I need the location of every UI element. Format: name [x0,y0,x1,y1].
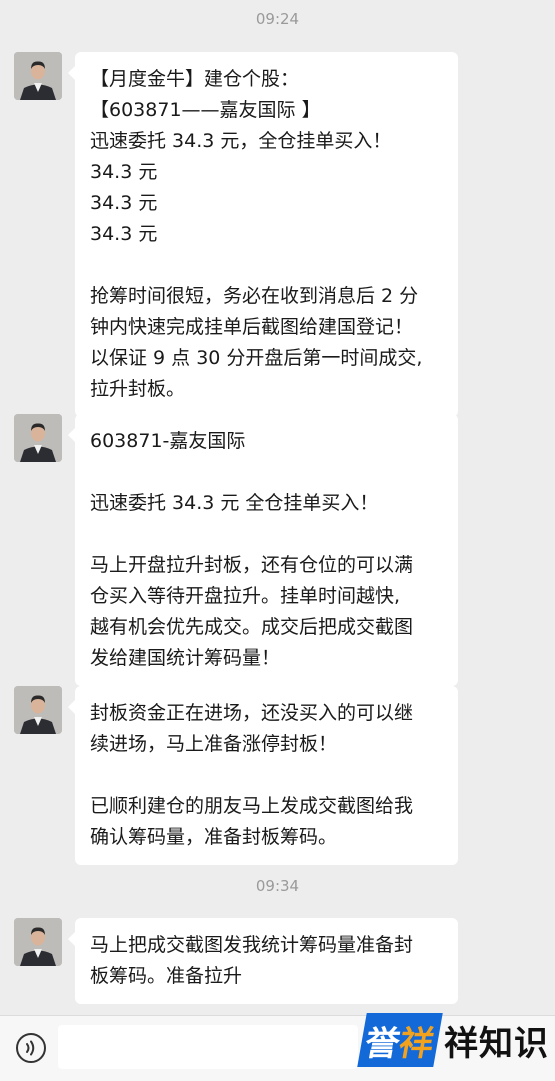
message-line: 34.3 元 [90,161,158,183]
sender-avatar[interactable] [14,918,62,966]
message-line: 确认筹码量，准备封板筹码。 [90,826,338,848]
message-line: 34.3 元 [90,192,158,214]
message-line: 【月度金牛】建仓个股： [90,68,300,90]
message-line: 迅速委托 34.3 元 全仓挂单买入！ [90,492,379,514]
voice-icon [26,1040,35,1056]
message-line: 拉升封板。 [90,378,186,400]
message-line [90,760,444,791]
sender-avatar[interactable] [14,686,62,734]
watermark-text: 祥知识 [444,1023,549,1064]
message-line: 抢筹时间很短，务必在收到消息后 2 分 [90,285,419,307]
message-line: 马上开盘拉升封板，还有仓位的可以满 [90,554,414,576]
message-bubble[interactable]: 【月度金牛】建仓个股： 【603871——嘉友国际 】 迅速委托 34.3 元，… [68,52,458,417]
sender-avatar[interactable] [14,414,62,462]
message-line [90,250,444,281]
voice-input-button[interactable] [16,1033,46,1063]
message-input[interactable] [58,1025,358,1069]
message-line: 钟内快速完成挂单后截图给建国登记！ [90,316,414,338]
message-line: 越有机会优先成交。成交后把成交截图 [90,616,414,638]
timestamp: 09:24 [255,10,300,28]
message-line: 封板资金正在进场，还没买入的可以继 [90,702,414,724]
message-bubble[interactable]: 封板资金正在进场，还没买入的可以继 续进场，马上准备涨停封板！ 已顺利建仓的朋友… [68,686,458,865]
timestamp: 09:34 [255,877,300,895]
message-line: 仓买入等待开盘拉升。挂单时间越快, [90,585,401,607]
watermark-mark-accent: 祥 [395,1023,437,1064]
sender-avatar[interactable] [14,52,62,100]
message-line: 迅速委托 34.3 元，全仓挂单买入！ [90,130,392,152]
watermark-mark: 誉祥 [357,1013,443,1067]
message-line: 【603871——嘉友国际 】 [90,99,321,121]
avatar-portrait-icon [14,52,62,100]
message-line: 已顺利建仓的朋友马上发成交截图给我 [90,795,414,817]
message-line: 板筹码。准备拉升 [90,965,243,987]
avatar-portrait-icon [14,918,62,966]
message-line: 马上把成交截图发我统计筹码量准备封 [90,934,414,956]
message-line [90,519,444,550]
avatar-portrait-icon [14,686,62,734]
message-bubble[interactable]: 603871-嘉友国际 迅速委托 34.3 元 全仓挂单买入！ 马上开盘拉升封板… [68,414,458,686]
message-line: 发给建国统计筹码量！ [90,647,281,669]
message-line: 以保证 9 点 30 分开盘后第一时间成交, [90,347,423,369]
message-bubble[interactable]: 马上把成交截图发我统计筹码量准备封 板筹码。准备拉升 [68,918,458,1004]
avatar-portrait-icon [14,414,62,462]
message-line: 603871-嘉友国际 [90,430,246,452]
message-line: 续进场，马上准备涨停封板！ [90,733,338,755]
message-line [90,457,444,488]
message-line: 34.3 元 [90,223,158,245]
watermark-logo: 誉祥 祥知识 [357,1008,552,1072]
